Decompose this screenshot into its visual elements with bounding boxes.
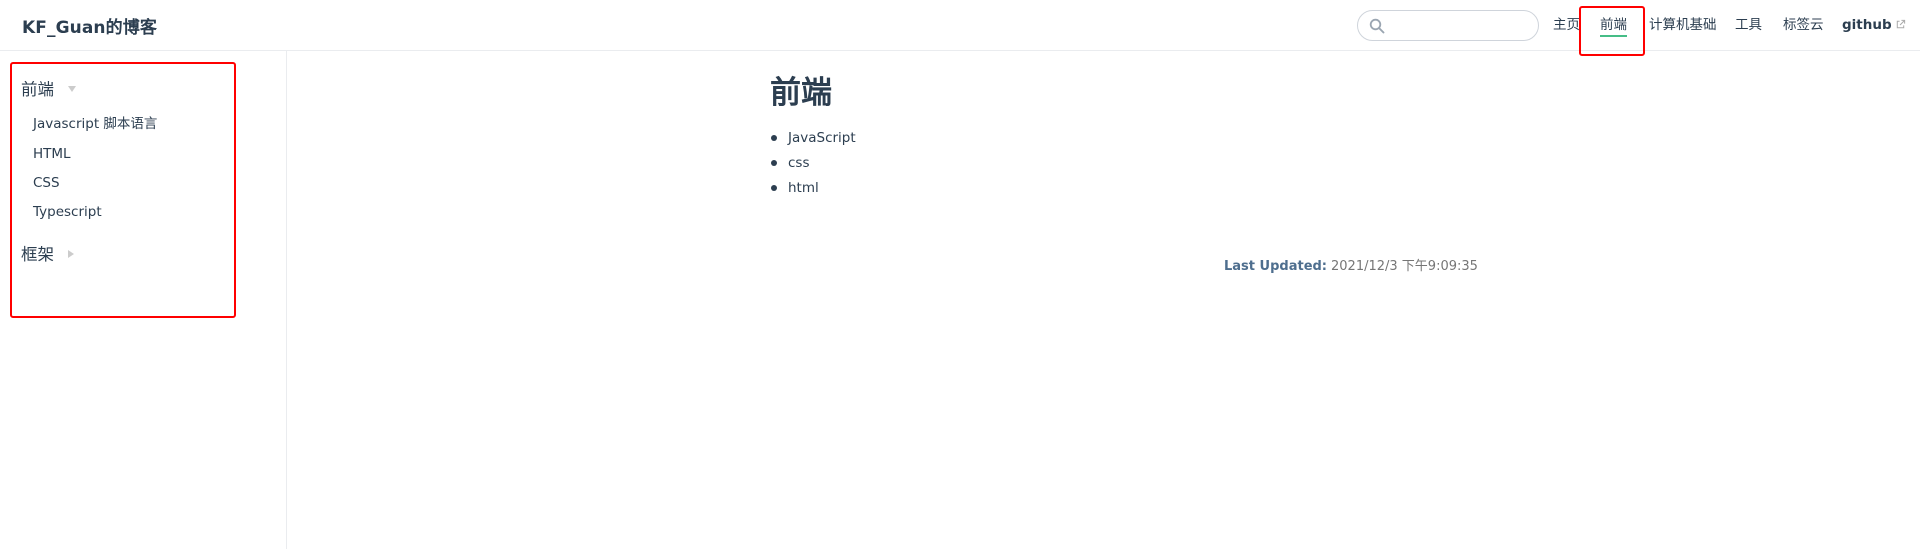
caret-down-icon: [68, 86, 76, 92]
nav-item-tools[interactable]: 工具: [1735, 16, 1762, 34]
list-item: JavaScript: [770, 129, 856, 154]
bullet: [771, 135, 777, 141]
last-updated-value: 2021/12/3 下午9:09:35: [1331, 259, 1478, 274]
caret-right-icon: [68, 250, 74, 258]
sidebar-item-javascript[interactable]: Javascript 脚本语言: [33, 115, 157, 133]
sidebar-group-title: 框架: [21, 245, 54, 264]
page-title: 前端: [770, 75, 832, 111]
list-item-link[interactable]: JavaScript: [788, 130, 856, 146]
nav-links: 主页 前端 计算机基础 工具 标签云 github: [0, 16, 1920, 37]
navbar: KF_Guan的博客 主页 前端 计算机基础 工具 标签云 github: [0, 0, 1920, 51]
sidebar-group-frontend[interactable]: 前端: [21, 79, 76, 101]
bullet: [771, 160, 777, 166]
nav-item-cs-basics[interactable]: 计算机基础: [1649, 16, 1717, 34]
list-item: css: [770, 154, 856, 179]
sidebar-item-css[interactable]: CSS: [33, 174, 60, 192]
list-item: html: [770, 179, 856, 204]
nav-item-tag-cloud[interactable]: 标签云: [1783, 16, 1824, 34]
bullet: [771, 185, 777, 191]
nav-item-github[interactable]: github: [1842, 16, 1906, 34]
external-link-icon: [1896, 19, 1905, 29]
last-updated-label: Last Updated:: [1224, 259, 1328, 274]
list-item-link[interactable]: html: [788, 180, 819, 196]
sidebar-group-frameworks[interactable]: 框架: [21, 244, 74, 266]
nav-item-home[interactable]: 主页: [1553, 16, 1580, 34]
nav-item-frontend[interactable]: 前端: [1600, 16, 1627, 37]
sidebar-item-typescript[interactable]: Typescript: [33, 203, 102, 221]
last-updated: Last Updated: 2021/12/3 下午9:09:35: [1224, 258, 1478, 276]
content-list: JavaScript css html: [770, 129, 856, 204]
sidebar-item-html[interactable]: HTML: [33, 145, 71, 163]
sidebar-group-title: 前端: [21, 80, 54, 99]
list-item-link[interactable]: css: [788, 155, 810, 171]
nav-item-github-label: github: [1842, 17, 1892, 33]
